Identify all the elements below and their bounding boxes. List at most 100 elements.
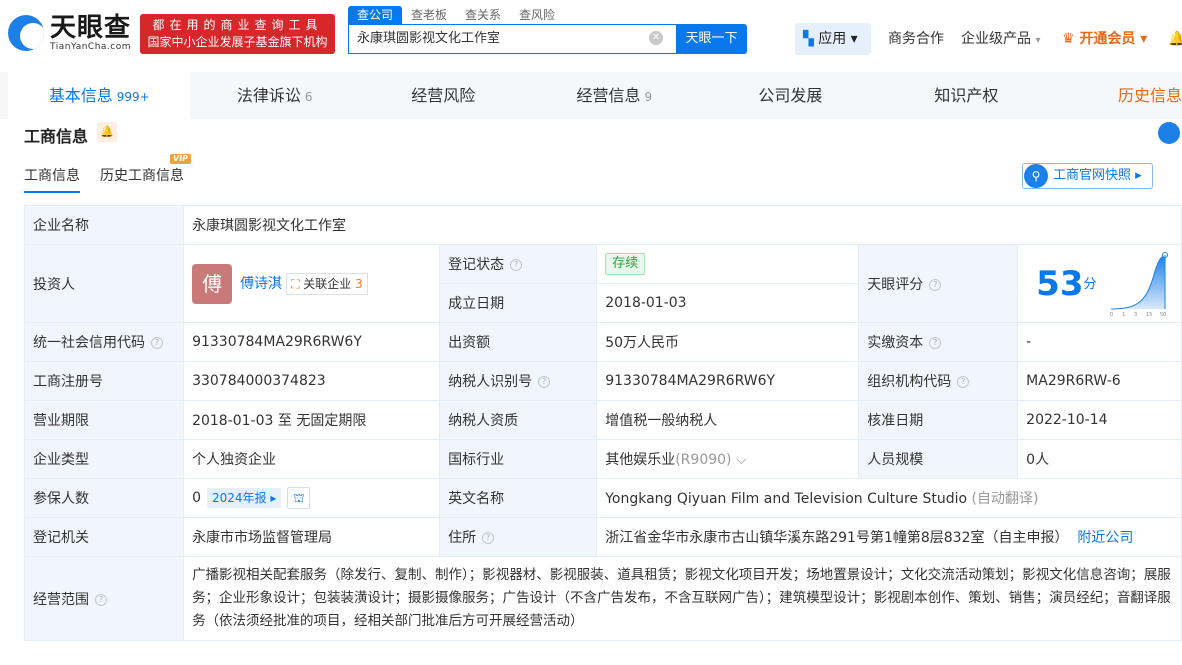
paid-label: 实缴资本? xyxy=(858,322,1019,362)
subtab-history-business-info[interactable]: 历史工商信息 xyxy=(100,165,184,185)
tianyancha-icon xyxy=(1158,122,1180,144)
score-value: 53 xyxy=(1036,263,1084,304)
slogan-line1: 都在用的商业查询工具 xyxy=(152,18,323,32)
subtab-business-info[interactable]: 工商信息 xyxy=(24,165,80,193)
capital: 50万人民币 xyxy=(596,322,860,362)
help-icon[interactable]: ? xyxy=(482,532,495,544)
auto-translate-note: (自动翻译) xyxy=(971,491,1039,507)
score-label: 天眼评分? xyxy=(858,244,1019,323)
logo-domain: TianYanCha.com xyxy=(50,42,132,52)
addr-label: 住所? xyxy=(439,517,598,557)
score-label-text: 天眼评分 xyxy=(867,276,924,293)
authority-label: 登记机关 xyxy=(23,517,185,557)
taxq-label: 纳税人资质 xyxy=(439,400,598,440)
reg-number: 330784000374823 xyxy=(183,361,441,401)
credit-label: 统一社会信用代码? xyxy=(23,322,185,362)
search-button[interactable]: 天眼一下 xyxy=(676,24,747,54)
en-label: 英文名称 xyxy=(439,478,598,518)
tab-history[interactable]: 历史信息 xyxy=(1053,72,1182,119)
insured-cell: 0 2024年报 ▸ ⛫ xyxy=(183,478,441,518)
help-icon[interactable]: ? xyxy=(929,278,942,291)
search-input[interactable]: 永康琪圆影视文化工作室 xyxy=(348,24,676,54)
chart-icon[interactable]: ⛫ xyxy=(287,487,311,509)
apps-menu[interactable]: ▚ 应用 ▾ xyxy=(795,23,871,55)
help-icon[interactable]: ? xyxy=(95,593,107,606)
grid-icon: ▚ xyxy=(803,31,819,47)
staff-label: 人员规模 xyxy=(858,439,1019,479)
industry-cell[interactable]: 其他娱乐业(R9090) ⌵ xyxy=(596,439,860,479)
tax-label: 纳税人识别号? xyxy=(439,361,598,401)
search-tab-risk[interactable]: 查风险 xyxy=(510,6,564,24)
tab-development[interactable]: 公司发展 xyxy=(701,72,879,119)
status-label-text: 登记状态 xyxy=(448,257,505,273)
company-type: 个人独资企业 xyxy=(183,439,441,479)
clear-icon[interactable]: ✕ xyxy=(649,31,663,45)
tab-label: 经营风险 xyxy=(411,86,476,105)
bell-icon[interactable]: 🔔 xyxy=(1168,23,1182,55)
vip-label: 开通会员 xyxy=(1079,31,1136,47)
score-unit: 分 xyxy=(1083,276,1097,292)
insured-count: 0 xyxy=(192,490,201,506)
tab-count: 999+ xyxy=(116,90,150,104)
enterprise-products-menu[interactable]: 企业级产品 ▾ xyxy=(961,23,1040,57)
tab-label: 基本信息 xyxy=(48,86,113,105)
tab-risk[interactable]: 经营风险 xyxy=(359,72,528,119)
tab-legal[interactable]: 法律诉讼 6 xyxy=(190,72,359,119)
annual-report-button[interactable]: 2024年报 ▸ xyxy=(206,488,282,508)
addr-label-text: 住所 xyxy=(448,530,477,546)
top-header: 天眼查 TianYanCha.com 都在用的商业查询工具 国家中小企业发展子基金旗… xyxy=(0,0,1182,72)
search-tab-relation[interactable]: 查关系 xyxy=(456,6,510,24)
related-companies-button[interactable]: ⛶ 关联企业 3 xyxy=(286,272,368,295)
score-tick: 50 xyxy=(1160,312,1166,317)
biz-cooperation-link[interactable]: 商务合作 xyxy=(888,23,944,55)
org-label: 组织机构代码? xyxy=(858,361,1019,401)
industry-code: (R9090) xyxy=(675,452,732,468)
paid-label-text: 实缴资本 xyxy=(867,335,924,351)
en-cell: Yongkang Qiyuan Film and Television Cult… xyxy=(596,478,1182,518)
org-code: MA29R6RW-6 xyxy=(1017,361,1182,401)
help-icon[interactable]: ? xyxy=(957,376,970,388)
credit-label-text: 统一社会信用代码 xyxy=(33,335,145,351)
found-date: 2018-01-03 xyxy=(596,283,860,323)
tab-operation[interactable]: 经营信息 9 xyxy=(528,72,702,119)
name-label: 企业名称 xyxy=(23,205,185,245)
logo[interactable]: 天眼查 TianYanCha.com xyxy=(8,14,131,52)
tab-label: 知识产权 xyxy=(934,86,999,105)
score-cell[interactable]: 53分 0 1 3 15 50 xyxy=(1017,244,1182,323)
tab-label: 法律诉讼 xyxy=(236,86,301,105)
company-name: 永康琪圆影视文化工作室 xyxy=(183,205,1182,245)
org-label-text: 组织机构代码 xyxy=(867,374,952,390)
tab-ip[interactable]: 知识产权 xyxy=(880,72,1054,119)
scope-label: 经营范围? xyxy=(23,556,185,641)
approve-date: 2022-10-14 xyxy=(1017,400,1182,440)
tax-label-text: 纳税人识别号 xyxy=(448,374,533,390)
search-tab-company[interactable]: 查公司 xyxy=(348,6,403,24)
related-count: 3 xyxy=(355,276,363,291)
related-label: 关联企业 xyxy=(303,276,352,291)
help-icon[interactable]: ? xyxy=(538,376,551,388)
addr-cell: 浙江省金华市永康市古山镇华溪东路291号第1幢第8层832室（自主申报） 附近公… xyxy=(596,517,1182,557)
tax-qualification: 增值税一般纳税人 xyxy=(596,400,860,440)
nearby-companies-link[interactable]: 附近公司 xyxy=(1077,530,1133,546)
term-label: 营业期限 xyxy=(23,400,185,440)
status-badge: 存续 xyxy=(605,253,646,275)
approve-label: 核准日期 xyxy=(858,400,1019,440)
help-icon[interactable]: ? xyxy=(151,337,163,349)
insured-label: 参保人数 xyxy=(23,478,185,518)
tab-label: 公司发展 xyxy=(758,86,823,105)
help-icon[interactable]: ? xyxy=(929,337,942,349)
enterprise-label: 企业级产品 xyxy=(961,31,1031,47)
help-icon[interactable]: ? xyxy=(510,259,523,271)
investor-link[interactable]: 傅诗淇 xyxy=(240,276,282,292)
score-curve-chart: 0 1 3 15 50 xyxy=(1110,251,1168,318)
search-type-tabs: 查公司 查老板 查关系 查风险 xyxy=(348,6,564,24)
stamp-icon: ⚲ xyxy=(1024,164,1048,188)
tax-id: 91330784MA29R6RW6Y xyxy=(596,361,860,401)
vip-menu[interactable]: ♛ 开通会员 ▾ xyxy=(1062,23,1147,55)
logo-text: 天眼查 xyxy=(50,13,132,43)
tab-basic-info[interactable]: 基本信息 999+ xyxy=(8,72,191,119)
bell-icon[interactable]: 🔔 xyxy=(97,122,117,142)
investor-avatar: 傅 xyxy=(192,263,233,304)
crown-icon: ♛ xyxy=(1062,31,1075,47)
search-tab-boss[interactable]: 查老板 xyxy=(402,6,456,24)
